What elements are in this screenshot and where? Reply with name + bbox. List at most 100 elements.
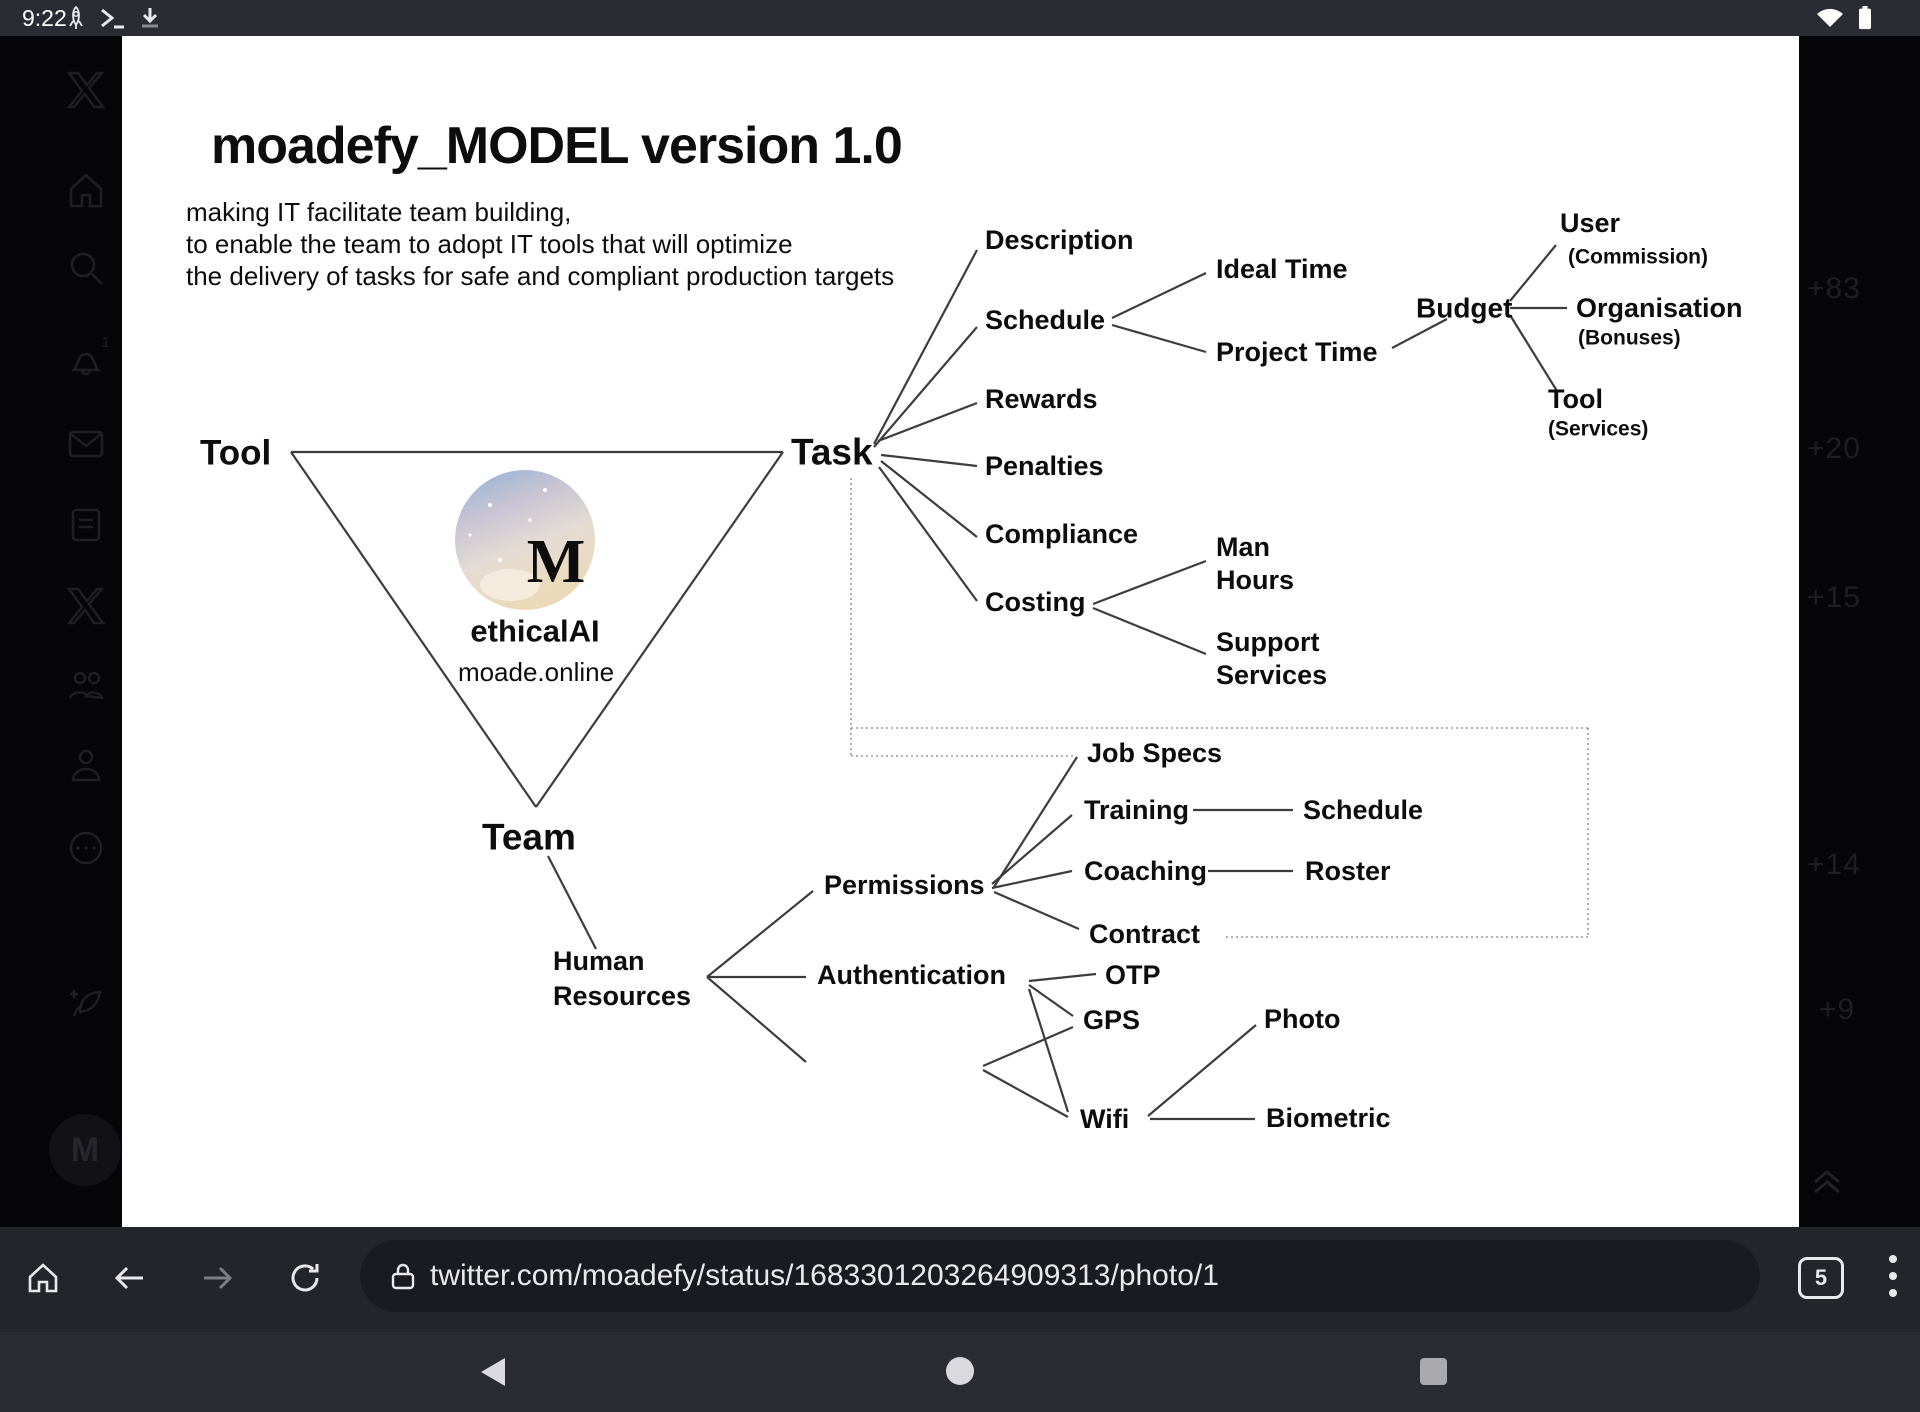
mindmap-node-ethicalai: ethicalAI bbox=[470, 614, 599, 649]
mindmap-edge bbox=[1112, 325, 1206, 352]
tab-counter[interactable]: 5 bbox=[1798, 1257, 1844, 1299]
tweet-photo-diagram[interactable]: M moadefy_MODEL version 1.0 making IT fac… bbox=[122, 36, 1799, 1227]
mindmap-edge bbox=[983, 1070, 1068, 1117]
mindmap-node-human: Human bbox=[553, 946, 645, 976]
mindmap-node-photo: Photo bbox=[1264, 1004, 1340, 1034]
mindmap-node-coaching: Coaching bbox=[1084, 856, 1207, 886]
download-icon bbox=[138, 6, 162, 30]
profile-icon[interactable] bbox=[66, 746, 106, 786]
browser-home-button[interactable] bbox=[25, 1260, 61, 1296]
twitter-sidebar: 1 M bbox=[0, 36, 122, 1227]
mindmap-node-subtitle-3: the delivery of tasks for safe and compl… bbox=[186, 261, 894, 291]
mindmap-node-project-time: Project Time bbox=[1216, 337, 1378, 367]
mindmap-node-task: Task bbox=[791, 432, 873, 473]
premium-x-icon[interactable] bbox=[66, 586, 106, 626]
mindmap-node-support: Support bbox=[1216, 627, 1319, 657]
mindmap-node-biometric: Biometric bbox=[1266, 1103, 1391, 1133]
mindmap-node-budget: Budget bbox=[1416, 293, 1512, 324]
x-logo-icon[interactable] bbox=[66, 70, 106, 110]
back-button[interactable] bbox=[112, 1260, 148, 1296]
url-bar[interactable]: twitter.com/moadefy/status/1683301203264… bbox=[360, 1240, 1760, 1312]
mindmap-node-moade-online: moade.online bbox=[458, 657, 614, 687]
nav-back-button[interactable] bbox=[481, 1358, 505, 1386]
mindmap-node-description: Description bbox=[985, 225, 1134, 255]
status-bar: 9:22 bbox=[0, 0, 1920, 36]
reload-button[interactable] bbox=[287, 1260, 323, 1296]
mindmap-node-user: User bbox=[1560, 208, 1621, 238]
mindmap-node-compliance: Compliance bbox=[985, 519, 1138, 549]
mindmap-node-user-sub: (Commission) bbox=[1568, 246, 1708, 269]
search-icon[interactable] bbox=[66, 248, 106, 288]
rocket-icon bbox=[66, 6, 86, 30]
mindmap-node-schedule-task: Schedule bbox=[985, 305, 1105, 335]
mindmap-node-authentication: Authentication bbox=[817, 960, 1006, 990]
battery-icon bbox=[1856, 6, 1874, 30]
browser-menu-button[interactable] bbox=[1888, 1255, 1898, 1299]
engagement-count: +20 bbox=[1807, 432, 1861, 466]
mindmap-node-permissions: Permissions bbox=[824, 870, 985, 900]
notification-badge: 1 bbox=[102, 334, 110, 351]
mindmap-node-team: Team bbox=[482, 817, 576, 858]
mindmap-node-job-specs: Job Specs bbox=[1087, 738, 1222, 768]
wifi-icon bbox=[1815, 6, 1845, 30]
mindmap-edge bbox=[1510, 315, 1557, 391]
mindmap-node-resources: Resources bbox=[553, 981, 691, 1011]
home-icon[interactable] bbox=[66, 170, 106, 210]
mindmap-edge bbox=[994, 892, 1079, 929]
lock-icon bbox=[390, 1261, 416, 1291]
compose-icon[interactable] bbox=[66, 982, 106, 1022]
tab-count: 5 bbox=[1815, 1265, 1827, 1291]
browser-toolbar: twitter.com/moadefy/status/1683301203264… bbox=[0, 1227, 1920, 1332]
android-nav-bar bbox=[0, 1332, 1920, 1412]
engagement-count: +83 bbox=[1807, 272, 1861, 306]
terminal-icon bbox=[98, 6, 128, 30]
nav-recents-button[interactable] bbox=[1420, 1358, 1447, 1385]
mindmap-node-man: Man bbox=[1216, 532, 1270, 562]
mindmap-node-rewards: Rewards bbox=[985, 384, 1098, 414]
mindmap-node-gps: GPS bbox=[1083, 1005, 1140, 1035]
notifications-icon[interactable]: 1 bbox=[66, 342, 106, 382]
more-icon[interactable] bbox=[66, 828, 106, 868]
mindmap-node-subtitle-1: making IT facilitate team building, bbox=[186, 197, 571, 227]
mindmap-node-penalties: Penalties bbox=[985, 451, 1104, 481]
engagement-count: +9 bbox=[1819, 993, 1855, 1027]
engagement-count: +15 bbox=[1807, 581, 1861, 615]
mindmap-node-tool-left: Tool bbox=[200, 434, 271, 473]
mindmap-node-otp: OTP bbox=[1105, 960, 1161, 990]
mindmap-node-wifi: Wifi bbox=[1080, 1104, 1129, 1134]
mindmap-edge bbox=[707, 891, 813, 977]
mindmap-node-roster: Roster bbox=[1305, 856, 1391, 886]
mindmap-svg: M moadefy_MODEL version 1.0 making IT fac… bbox=[122, 36, 1799, 1227]
mindmap-node-tool-right-sub: (Services) bbox=[1548, 418, 1648, 441]
forward-button[interactable] bbox=[199, 1260, 235, 1296]
mindmap-edge bbox=[983, 1027, 1073, 1066]
mindmap-node-costing: Costing bbox=[985, 587, 1086, 617]
collapse-chevron-icon[interactable] bbox=[1809, 1166, 1845, 1196]
avatar[interactable]: M bbox=[49, 1114, 121, 1186]
mindmap-node-contract: Contract bbox=[1089, 919, 1200, 949]
mindmap-node-organisation-sub: (Bonuses) bbox=[1578, 327, 1681, 350]
mindmap-node-hours: Hours bbox=[1216, 565, 1294, 595]
engagement-count: +14 bbox=[1807, 848, 1861, 882]
mindmap-edge bbox=[707, 977, 806, 1062]
communities-icon[interactable] bbox=[66, 666, 106, 706]
mindmap-edge bbox=[548, 856, 596, 949]
mindmap-edge bbox=[1029, 974, 1096, 981]
mindmap-node-schedule-right: Schedule bbox=[1303, 795, 1423, 825]
mindmap-edge bbox=[1510, 245, 1556, 301]
mindmap-edge bbox=[879, 467, 977, 601]
mindmap-node-title: moadefy_MODEL version 1.0 bbox=[211, 117, 902, 175]
mindmap-node-ideal-time: Ideal Time bbox=[1216, 254, 1348, 284]
messages-icon[interactable] bbox=[66, 424, 106, 464]
mindmap-node-organisation: Organisation bbox=[1576, 293, 1743, 323]
lists-icon[interactable] bbox=[66, 505, 106, 545]
url-text: twitter.com/moadefy/status/1683301203264… bbox=[430, 1259, 1219, 1293]
mindmap-node-tool-right: Tool bbox=[1548, 384, 1603, 414]
nav-home-button[interactable] bbox=[946, 1357, 974, 1385]
mindmap-edge bbox=[1112, 273, 1206, 318]
mindmap-edge bbox=[881, 455, 977, 466]
mindmap-edge bbox=[881, 461, 977, 537]
svg-text:M: M bbox=[527, 528, 586, 596]
mindmap-node-training: Training bbox=[1084, 795, 1189, 825]
globe-logo: M bbox=[455, 470, 595, 610]
